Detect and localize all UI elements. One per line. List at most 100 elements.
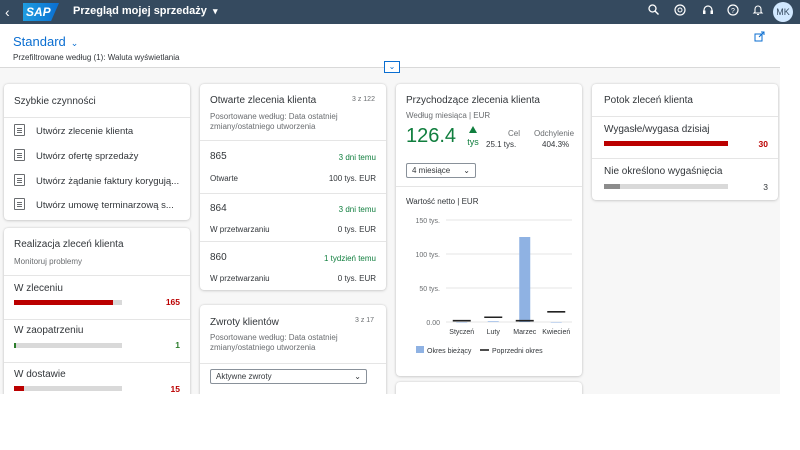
kpi-label: W dostawie (14, 369, 66, 380)
legend-label-previous: Poprzedni okres (492, 348, 543, 355)
prefilter-text: Przefiltrowane według (1): Waluta wyświe… (13, 53, 180, 62)
progress-fill (604, 141, 728, 146)
select-value: 4 miesiące (412, 166, 451, 175)
divider (396, 186, 582, 187)
progress-bar (604, 141, 728, 146)
order-time: 1 tydzień temu (323, 254, 376, 263)
share-icon[interactable] (754, 31, 765, 45)
fulfillment-card[interactable]: Realizacja zleceń klienta Monitoruj prob… (4, 228, 190, 394)
notifications-bell-icon[interactable] (750, 4, 766, 20)
card-title: Zwroty klientów (210, 317, 279, 328)
divider (4, 319, 190, 320)
divider (4, 362, 190, 363)
item-count: 3 z 122 (352, 96, 375, 103)
card-subtitle: Posortowane według: Data ostatniej zmian… (210, 333, 338, 352)
triangle-up-icon (469, 126, 477, 133)
search-icon[interactable] (645, 4, 661, 20)
variant-label: Standard (13, 34, 66, 49)
bar-current-period (487, 321, 499, 322)
returns-card: Zwroty klientów 3 z 17 Posortowane wedłu… (200, 305, 386, 394)
bar-current-period (456, 322, 468, 323)
card-title: Otwarte zlecenia klienta (210, 95, 317, 106)
x-tick-label: Luty (487, 329, 501, 336)
copilot-icon[interactable] (672, 4, 688, 20)
help-icon[interactable]: ? (725, 4, 741, 20)
variant-selector[interactable]: Standard ⌄ (13, 34, 78, 49)
chevron-down-icon: ▾ (212, 6, 218, 16)
kpi-value: 126.4 (406, 125, 457, 147)
back-button[interactable]: ‹ (5, 3, 19, 21)
app-title: Przegląd mojej sprzedaży (73, 5, 207, 17)
shell-bar: ‹ SAP Przegląd mojej sprzedaży ▾ ? MK (0, 0, 800, 24)
kpi-value: 165 (165, 297, 180, 307)
divider (592, 116, 778, 117)
card-title: Przychodzące zlecenia klienta (406, 95, 540, 106)
returns-filter-select[interactable]: Aktywne zwroty ⌄ (210, 369, 367, 384)
card-grid: Szybkie czynności Utwórz zlecenie klient… (0, 68, 780, 394)
quick-action-create-invoice-request[interactable]: Utwórz żądanie faktury korygują... (14, 174, 189, 190)
kpi-label: W zleceniu (14, 283, 63, 294)
progress-fill (14, 343, 17, 348)
progress-bar (14, 386, 122, 391)
document-icon (14, 149, 25, 161)
kpi-value: 30 (758, 139, 768, 149)
quick-action-create-scheduling-agreement[interactable]: Utwórz umowę terminarzową s... (14, 198, 189, 214)
header-collapse-button[interactable]: ⌄ (384, 61, 400, 73)
order-number: 865 (210, 151, 227, 162)
progress-bar (604, 184, 728, 189)
quick-action-create-quote[interactable]: Utwórz ofertę sprzedaży (14, 149, 189, 165)
kpi-label: Wygasłe/wygasa dzisiaj (604, 124, 710, 135)
y-tick-label: 0.00 (426, 320, 440, 327)
scrollbar-track[interactable] (780, 24, 800, 394)
quick-action-create-order[interactable]: Utwórz zlecenie klienta (14, 124, 189, 140)
order-amount: 0 tys. EUR (337, 225, 376, 234)
chevron-down-icon: ⌄ (463, 166, 470, 175)
list-item[interactable]: 865 3 dni temu Otwarte 100 tys. EUR (200, 141, 386, 193)
page-background (0, 394, 800, 450)
chevron-down-icon: ⌄ (70, 38, 79, 48)
list-item[interactable]: 864 3 dni temu W przetwarzaniu 0 tys. EU… (200, 194, 386, 242)
order-flow-card[interactable]: Potok zleceń klienta Wygasłe/wygasa dzis… (592, 84, 778, 200)
order-time: 3 dni temu (338, 153, 376, 162)
x-tick-label: Kwiecień (542, 329, 570, 336)
divider (200, 363, 386, 364)
order-number: 864 (210, 203, 227, 214)
kpi-value: 15 (170, 384, 180, 394)
target-label: Cel (508, 129, 521, 138)
document-icon (14, 198, 25, 210)
order-status: W przetwarzaniu (210, 274, 270, 283)
kpi-label: W zaopatrzeniu (14, 325, 84, 336)
period-select[interactable]: 4 miesiące ⌄ (406, 163, 476, 178)
svg-text:?: ? (731, 8, 735, 15)
progress-fill (14, 386, 24, 391)
order-number: 860 (210, 252, 227, 263)
divider (4, 117, 190, 118)
item-count: 3 z 17 (355, 317, 375, 324)
app-title-menu[interactable]: Przegląd mojej sprzedaży ▾ (73, 5, 217, 17)
order-amount: 100 tys. EUR (328, 174, 376, 183)
card-subtitle: Monitoruj problemy (14, 257, 83, 266)
document-icon (14, 124, 25, 136)
y-tick-label: 100 tys. (415, 252, 440, 259)
trend-indicator: tys (464, 126, 482, 147)
order-time: 3 dni temu (338, 205, 376, 214)
list-item[interactable]: 860 1 tydzień temu W przetwarzaniu 0 tys… (200, 242, 386, 290)
legend-label-current: Okres bieżący (427, 348, 472, 355)
x-tick-label: Styczeń (449, 329, 474, 336)
document-icon (14, 174, 25, 186)
order-status: Otwarte (210, 174, 239, 183)
y-tick-label: 50 tys. (419, 286, 440, 293)
divider (4, 275, 190, 276)
bar-current-period (519, 237, 531, 322)
card-title: Realizacja zleceń klienta (14, 239, 124, 250)
x-tick-label: Marzec (513, 329, 536, 336)
divider (592, 158, 778, 159)
headset-icon[interactable] (700, 4, 716, 20)
user-avatar[interactable]: MK (773, 2, 793, 22)
partial-card (396, 382, 582, 394)
kpi-value: 1 (175, 340, 180, 350)
incoming-orders-card[interactable]: Przychodzące zlecenia klienta Według mie… (396, 84, 582, 376)
quick-actions-card: Szybkie czynności Utwórz zlecenie klient… (4, 84, 190, 220)
target-value: 25.1 tys. (486, 140, 517, 149)
card-title: Szybkie czynności (14, 96, 96, 107)
